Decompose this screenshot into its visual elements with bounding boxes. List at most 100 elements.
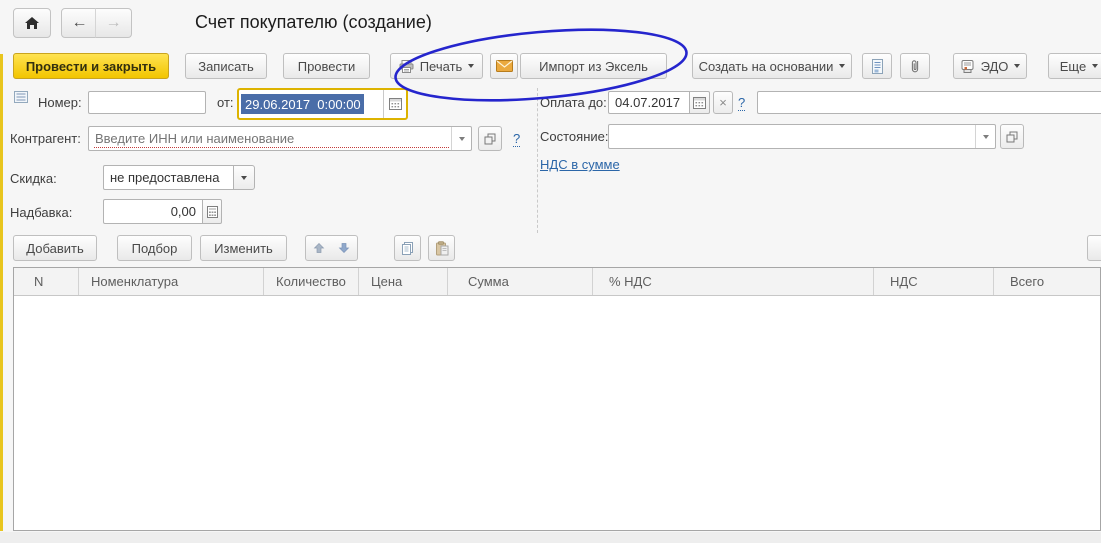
counterparty-input-field[interactable] — [89, 131, 471, 146]
calendar-icon — [389, 98, 402, 110]
edo-label: ЭДО — [981, 59, 1009, 74]
pay-until-extra-field[interactable] — [764, 95, 1101, 110]
edo-caret-icon — [1014, 64, 1020, 68]
page-title: Счет покупателю (создание) — [195, 12, 432, 33]
state-open-button[interactable] — [1000, 124, 1024, 149]
form-column-separator — [537, 88, 538, 233]
home-button[interactable] — [13, 8, 51, 38]
calendar-icon — [693, 97, 706, 109]
column-header-n[interactable]: N — [14, 268, 79, 295]
pay-until-input[interactable] — [608, 91, 690, 114]
pick-items-label: Подбор — [132, 241, 178, 256]
markup-label: Надбавка: — [10, 205, 72, 220]
markup-calculator-button[interactable] — [202, 199, 222, 224]
column-header-total[interactable]: Всего — [994, 268, 1101, 295]
column-header-price[interactable]: Цена — [359, 268, 448, 295]
print-label: Печать — [420, 59, 463, 74]
date-calendar-button[interactable] — [383, 90, 406, 118]
date-selected-text: 29.06.2017 0:00:00 — [241, 94, 364, 114]
report-document-icon — [871, 59, 884, 74]
state-input-field[interactable] — [609, 129, 995, 144]
open-in-window-icon — [484, 133, 496, 145]
clear-icon: × — [719, 95, 727, 110]
chevron-down-icon — [459, 137, 465, 141]
form-accent-strip — [0, 54, 3, 531]
forward-button[interactable]: → — [95, 8, 132, 38]
attachments-button[interactable] — [900, 53, 930, 79]
column-header-vat[interactable]: НДС — [874, 268, 994, 295]
copy-rows-button[interactable] — [394, 235, 421, 261]
post-and-close-button[interactable]: Провести и закрыть — [13, 53, 169, 79]
copy-icon — [400, 241, 415, 256]
counterparty-dropdown-button[interactable] — [451, 127, 471, 150]
markup-input-field[interactable] — [110, 204, 196, 219]
number-input[interactable] — [88, 91, 206, 114]
post-label: Провести — [298, 59, 356, 74]
pay-until-clear-button[interactable]: × — [713, 91, 733, 114]
form-menu-icon[interactable] — [14, 91, 28, 103]
create-on-basis-caret-icon — [839, 64, 845, 68]
arrow-up-icon — [313, 242, 325, 254]
state-label: Состояние: — [540, 129, 608, 144]
envelope-icon — [496, 60, 513, 72]
write-button[interactable]: Записать — [185, 53, 267, 79]
items-table-header: N Номенклатура Количество Цена Сумма % Н… — [14, 268, 1100, 296]
edo-stamp-icon — [960, 59, 975, 74]
state-dropdown-button[interactable] — [975, 125, 995, 148]
add-row-button[interactable]: Добавить — [13, 235, 97, 261]
counterparty-label: Контрагент: — [10, 131, 81, 146]
more-button[interactable]: Еще — [1048, 53, 1101, 79]
vat-in-amount-link[interactable]: НДС в сумме — [540, 157, 620, 172]
items-more-button[interactable] — [1087, 235, 1101, 261]
counterparty-help-link[interactable]: ? — [513, 131, 520, 147]
pay-until-input-field[interactable] — [615, 95, 683, 110]
write-label: Записать — [198, 59, 254, 74]
pay-until-calendar-button[interactable] — [689, 91, 710, 114]
date-input[interactable]: 29.06.2017 0:00:00 — [237, 88, 408, 120]
markup-input[interactable] — [103, 199, 203, 224]
import-excel-label: Импорт из Эксель — [539, 59, 648, 74]
discount-label: Скидка: — [10, 171, 57, 186]
pay-until-extra-input[interactable] — [757, 91, 1101, 114]
window-bottom-strip — [0, 532, 1101, 543]
chevron-down-icon — [983, 135, 989, 139]
move-down-button[interactable] — [331, 235, 358, 261]
calculator-icon — [207, 206, 218, 218]
send-mail-button[interactable] — [490, 53, 518, 79]
paperclip-icon — [909, 59, 921, 74]
pick-items-button[interactable]: Подбор — [117, 235, 192, 261]
column-header-quantity[interactable]: Количество — [264, 268, 359, 295]
import-excel-button[interactable]: Импорт из Эксель — [520, 53, 667, 79]
items-table: N Номенклатура Количество Цена Сумма % Н… — [13, 267, 1101, 531]
open-in-window-icon — [1006, 131, 1018, 143]
print-button[interactable]: Печать — [390, 53, 483, 79]
create-on-basis-button[interactable]: Создать на основании — [692, 53, 852, 79]
move-up-button[interactable] — [305, 235, 332, 261]
post-button[interactable]: Провести — [283, 53, 370, 79]
discount-select[interactable]: не предоставлена — [103, 165, 234, 190]
pay-until-help-link[interactable]: ? — [738, 95, 745, 111]
post-and-close-label: Провести и закрыть — [26, 59, 156, 74]
home-icon — [24, 16, 40, 30]
paste-clipboard-icon — [435, 241, 449, 256]
paste-rows-button[interactable] — [428, 235, 455, 261]
edo-button[interactable]: ЭДО — [953, 53, 1027, 79]
column-header-sum[interactable]: Сумма — [448, 268, 593, 295]
print-caret-icon — [468, 64, 474, 68]
number-input-field[interactable] — [95, 95, 199, 110]
column-header-vat-percent[interactable]: % НДС — [593, 268, 874, 295]
reports-button[interactable] — [862, 53, 892, 79]
chevron-down-icon — [241, 176, 247, 180]
items-table-body[interactable] — [14, 297, 1100, 530]
counterparty-input[interactable] — [88, 126, 472, 151]
edit-row-button[interactable]: Изменить — [200, 235, 287, 261]
state-input[interactable] — [608, 124, 996, 149]
counterparty-open-button[interactable] — [478, 126, 502, 151]
back-button[interactable]: ← — [61, 8, 98, 38]
required-field-underline — [94, 147, 449, 148]
arrow-down-icon — [338, 242, 350, 254]
column-header-nomenclature[interactable]: Номенклатура — [79, 268, 264, 295]
back-icon: ← — [72, 15, 88, 31]
discount-dropdown-button[interactable] — [233, 165, 255, 190]
add-row-label: Добавить — [26, 241, 83, 256]
